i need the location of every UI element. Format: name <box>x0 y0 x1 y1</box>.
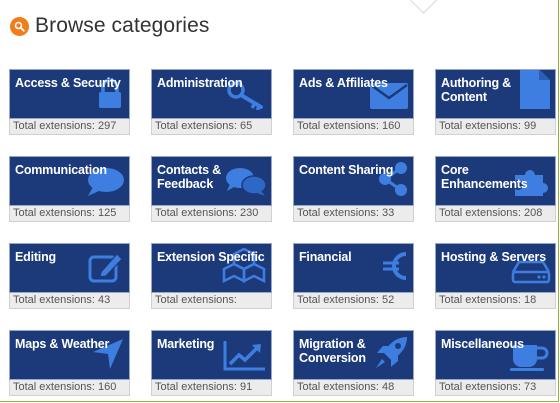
category-card-maps-weather[interactable]: Maps & Weather Total extensions: 160 <box>9 330 130 396</box>
category-grid: Access & Security Total extensions: 297 … <box>9 69 556 396</box>
extension-count: Total extensions: 65 <box>151 119 272 135</box>
category-tile: Financial <box>293 243 414 293</box>
category-tile: Core Enhancements <box>435 156 556 206</box>
category-tile: Migration & Conversion <box>293 330 414 380</box>
extension-count: Total extensions: 125 <box>9 206 130 222</box>
category-card-marketing[interactable]: Marketing Total extensions: 91 <box>151 330 272 396</box>
extension-count: Total extensions: 297 <box>9 119 130 135</box>
category-name: Core Enhancements <box>441 163 528 191</box>
extension-count: Total extensions: 33 <box>293 206 414 222</box>
extension-count: Total extensions: 230 <box>151 206 272 222</box>
category-card-core-enhancements[interactable]: Core Enhancements Total extensions: 208 <box>435 156 556 222</box>
panel-notch <box>407 0 440 14</box>
extension-count: Total extensions: 73 <box>435 380 556 396</box>
page-title: Browse categories <box>35 14 210 37</box>
category-tile: Hosting & Servers <box>435 243 556 293</box>
extension-count: Total extensions: 208 <box>435 206 556 222</box>
category-card-extension-specific[interactable]: Extension Specific Total extensions: <box>151 243 272 309</box>
category-name: Miscellaneous <box>441 337 524 351</box>
category-tile: Administration <box>151 69 272 119</box>
server-icon <box>511 260 551 289</box>
category-tile: Extension Specific <box>151 243 272 293</box>
extension-count: Total extensions: 52 <box>293 293 414 309</box>
category-tile: Miscellaneous <box>435 330 556 380</box>
category-tile: Access & Security <box>9 69 130 119</box>
extension-count: Total extensions: 160 <box>293 119 414 135</box>
category-card-migration-conversion[interactable]: Migration & Conversion Total extensions:… <box>293 330 414 396</box>
category-tile: Authoring & Content <box>435 69 556 119</box>
category-name: Authoring & Content <box>441 76 512 104</box>
category-name: Migration & Conversion <box>299 337 366 365</box>
category-card-ads-affiliates[interactable]: Ads & Affiliates Total extensions: 160 <box>293 69 414 135</box>
category-name: Hosting & Servers <box>441 250 546 264</box>
category-card-communication[interactable]: Communication Total extensions: 125 <box>9 156 130 222</box>
category-tile: Ads & Affiliates <box>293 69 414 119</box>
category-name: Communication <box>15 163 107 177</box>
extension-count: Total extensions: 91 <box>151 380 272 396</box>
category-tile: Contacts & Feedback <box>151 156 272 206</box>
category-name: Ads & Affiliates <box>299 76 388 90</box>
category-name: Extension Specific <box>157 250 265 264</box>
category-name: Contacts & Feedback <box>157 163 221 191</box>
categories-panel: Browse categories Access & Security Tota… <box>0 0 559 402</box>
extension-count: Total extensions: 43 <box>9 293 130 309</box>
category-tile: Content Sharing <box>293 156 414 206</box>
category-card-administration[interactable]: Administration Total extensions: 65 <box>151 69 272 135</box>
category-card-editing[interactable]: Editing Total extensions: 43 <box>9 243 130 309</box>
extension-count: Total extensions: 48 <box>293 380 414 396</box>
extension-count: Total extensions: 18 <box>435 293 556 309</box>
category-card-financial[interactable]: Financial Total extensions: 52 <box>293 243 414 309</box>
category-tile: Editing <box>9 243 130 293</box>
category-name: Administration <box>157 76 243 90</box>
section-header: Browse categories <box>10 14 209 38</box>
category-tile: Marketing <box>151 330 272 380</box>
category-name: Access & Security <box>15 76 121 90</box>
category-card-access-security[interactable]: Access & Security Total extensions: 297 <box>9 69 130 135</box>
category-tile: Maps & Weather <box>9 330 130 380</box>
category-name: Financial <box>299 250 352 264</box>
category-card-miscellaneous[interactable]: Miscellaneous Total extensions: 73 <box>435 330 556 396</box>
extension-count: Total extensions: <box>151 293 272 309</box>
category-card-contacts-feedback[interactable]: Contacts & Feedback Total extensions: 23… <box>151 156 272 222</box>
category-name: Editing <box>15 250 56 264</box>
category-name: Marketing <box>157 337 215 351</box>
category-card-authoring-content[interactable]: Authoring & Content Total extensions: 99 <box>435 69 556 135</box>
search-icon <box>10 16 29 36</box>
extension-count: Total extensions: 99 <box>435 119 556 135</box>
category-name: Content Sharing <box>299 163 394 177</box>
category-tile: Communication <box>9 156 130 206</box>
category-name: Maps & Weather <box>15 337 110 351</box>
category-card-hosting-servers[interactable]: Hosting & Servers Total extensions: 18 <box>435 243 556 309</box>
category-card-content-sharing[interactable]: Content Sharing Total extensions: 33 <box>293 156 414 222</box>
extension-count: Total extensions: 160 <box>9 380 130 396</box>
